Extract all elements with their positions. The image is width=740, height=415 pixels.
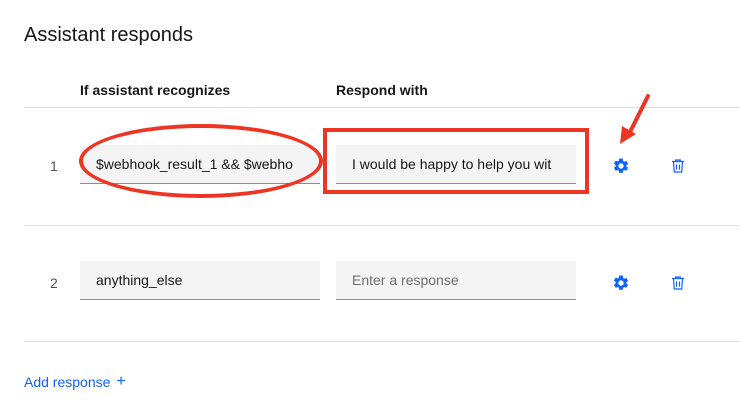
column-header-response: Respond with (336, 82, 428, 98)
settings-button[interactable] (611, 156, 631, 176)
row-number: 2 (50, 275, 58, 291)
plus-icon: + (116, 373, 126, 390)
delete-button[interactable] (668, 156, 688, 176)
condition-input[interactable]: anything_else (80, 261, 320, 300)
annotation-arrow-icon (620, 94, 650, 144)
add-response-link[interactable]: Add response + (24, 373, 126, 391)
column-header-condition: If assistant recognizes (80, 82, 231, 98)
response-input[interactable]: Enter a response (336, 261, 576, 300)
row-number: 1 (50, 158, 58, 174)
annotation-ellipse (79, 124, 323, 198)
section-title: Assistant responds (24, 24, 193, 46)
settings-button[interactable] (611, 273, 631, 293)
delete-button[interactable] (668, 273, 688, 293)
annotation-rectangle (323, 128, 589, 194)
row-divider (24, 225, 740, 226)
row-divider (24, 341, 740, 342)
gear-icon (613, 158, 629, 173)
gear-icon (613, 275, 629, 290)
add-response-label: Add response (24, 374, 111, 390)
trash-icon (672, 159, 684, 173)
trash-icon (672, 276, 684, 290)
